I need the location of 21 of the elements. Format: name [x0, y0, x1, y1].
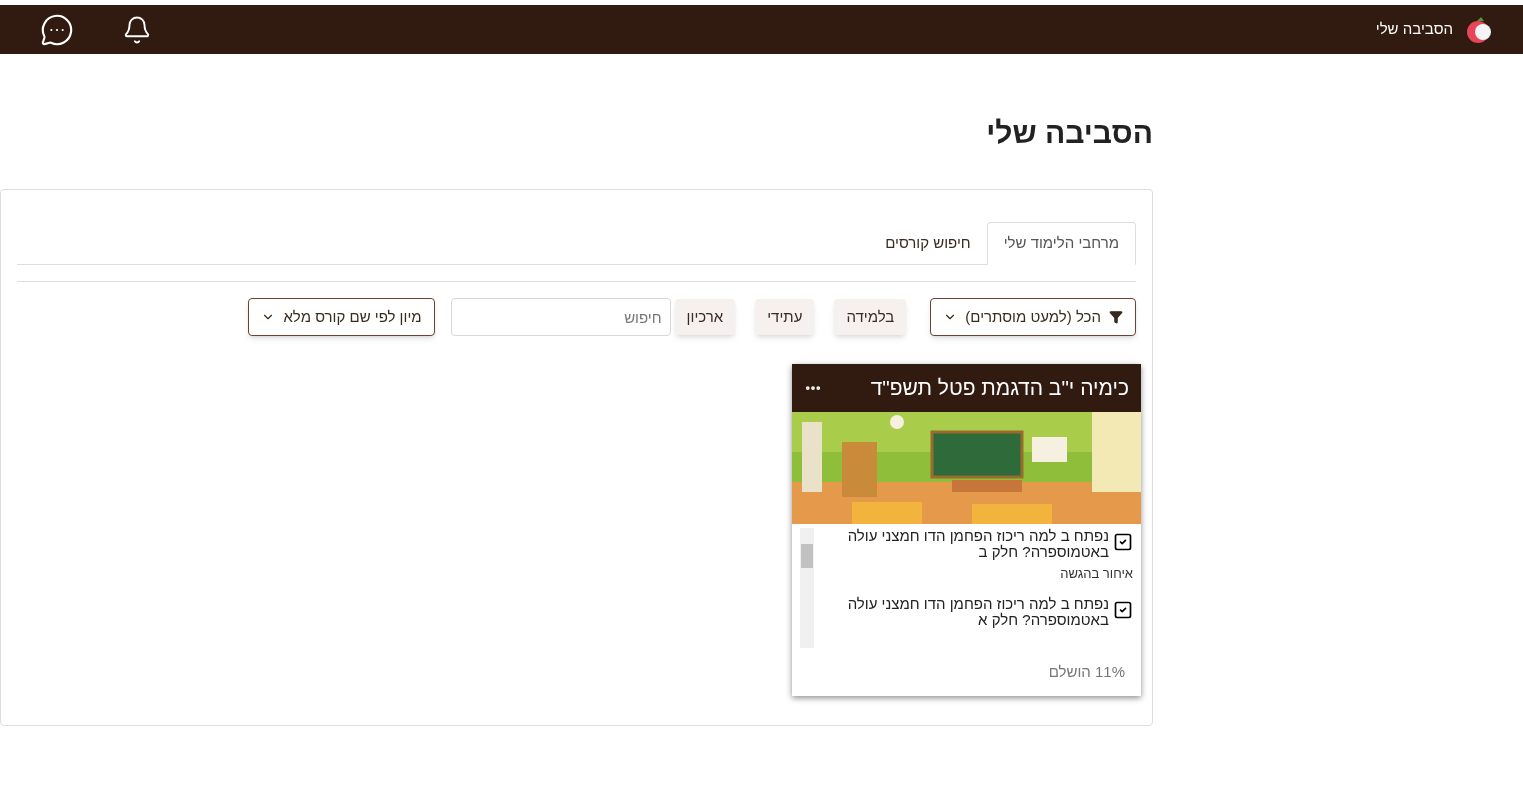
check-icon — [1113, 599, 1133, 620]
search-field[interactable]: חיפוש — [450, 298, 671, 336]
activity-link[interactable]: נפתח ב למה ריכוז הפחמן הדו חמצני עולה באטמוספרה? חלק ב — [822, 528, 1109, 560]
site-title[interactable]: הסביבה שלי — [1375, 18, 1453, 41]
chat-icon[interactable] — [40, 12, 74, 47]
filter-toggle[interactable]: עתידי — [755, 299, 815, 335]
dropdown-button[interactable]: מיון לפי שם קורס מלא — [248, 298, 435, 336]
filter-toggle[interactable]: בלמידה — [834, 299, 907, 335]
course-title[interactable]: כימיה י"ב הדגמת פטל תשפ"ד — [870, 372, 1129, 404]
tab[interactable]: מרחבי הלימוד שלי — [986, 222, 1136, 265]
check-icon — [1113, 532, 1133, 552]
page-title: הסביבה שלי — [985, 115, 1153, 151]
filter-icon — [1109, 310, 1123, 324]
scrollbar[interactable] — [800, 528, 814, 648]
dropdown-button[interactable]: הכל (למעט מוסתרים) — [930, 298, 1136, 336]
tab[interactable]: חיפוש קורסים — [869, 222, 987, 265]
filter-toggle[interactable]: ארכיון — [674, 299, 736, 335]
activity-status: איחור בהגשה — [1059, 565, 1133, 583]
progress-text: 11% הושלם — [1048, 663, 1125, 680]
activity-link[interactable]: נפתח ב למה ריכוז הפחמן הדו חמצני עולה באטמוספרה? חלק א — [822, 595, 1109, 628]
bell-icon[interactable] — [122, 14, 152, 45]
